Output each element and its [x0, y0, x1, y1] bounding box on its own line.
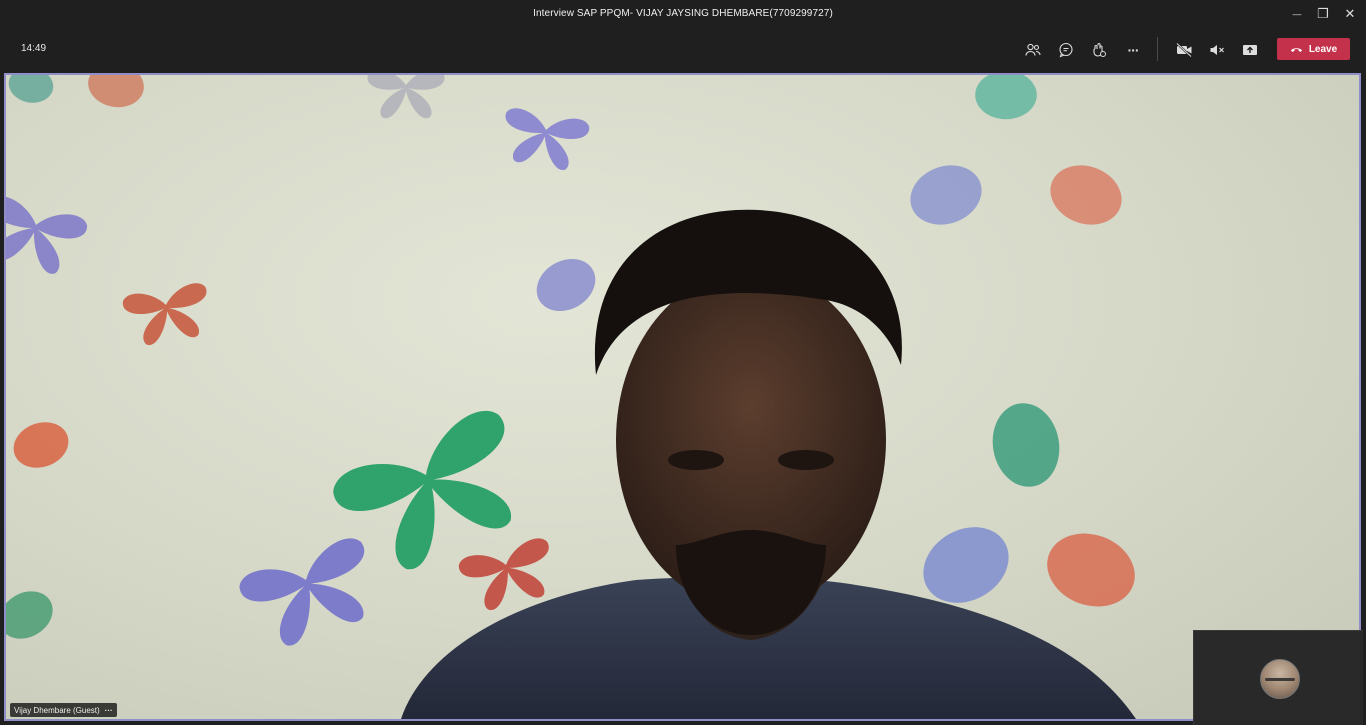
leave-label: Leave: [1308, 43, 1338, 55]
participant-name: Vijay Dhembare (Guest): [14, 705, 100, 715]
self-avatar: [1260, 659, 1300, 699]
right-eye: [778, 450, 834, 470]
reactions-button[interactable]: [1086, 38, 1112, 62]
camera-toggle-button[interactable]: [1171, 38, 1197, 62]
mute-toggle-button[interactable]: [1204, 38, 1230, 62]
chat-icon: [1059, 42, 1073, 58]
participant-more-icon[interactable]: ···: [105, 706, 113, 715]
more-icon: ···: [1127, 42, 1140, 58]
video-stage: Vijay Dhembare (Guest) ···: [4, 73, 1361, 721]
left-eye: [668, 450, 724, 470]
camera-off-icon: [1175, 43, 1192, 57]
restore-icon: ❐: [1317, 6, 1329, 21]
restore-button[interactable]: ❐: [1308, 3, 1338, 25]
title-bar: Interview SAP PPQM- VIJAY JAYSING DHEMBA…: [0, 0, 1366, 28]
people-icon: [1025, 43, 1041, 56]
close-button[interactable]: ✕: [1335, 3, 1365, 25]
leave-button[interactable]: Leave: [1277, 38, 1350, 60]
close-icon: ✕: [1344, 6, 1356, 21]
window-title: Interview SAP PPQM- VIJAY JAYSING DHEMBA…: [533, 8, 833, 19]
toolbar-divider: [1157, 37, 1158, 61]
participant-name-tag[interactable]: Vijay Dhembare (Guest) ···: [10, 703, 117, 717]
chat-button[interactable]: [1053, 38, 1079, 62]
participant-video: [401, 209, 1136, 719]
participants-button[interactable]: [1020, 38, 1046, 62]
meeting-clock: 14:49: [21, 43, 47, 54]
phone-hangup-icon: [1290, 48, 1302, 52]
meeting-toolbar: 14:49 ··· Leave: [0, 28, 1366, 72]
more-actions-button[interactable]: ···: [1120, 38, 1146, 62]
self-view-tile[interactable]: [1193, 630, 1363, 725]
share-screen-icon: [1243, 45, 1257, 55]
minimize-icon: —: [1292, 9, 1302, 19]
share-screen-button[interactable]: [1237, 38, 1263, 62]
mic-off-icon: [1210, 45, 1224, 55]
reactions-icon: [1093, 42, 1106, 57]
